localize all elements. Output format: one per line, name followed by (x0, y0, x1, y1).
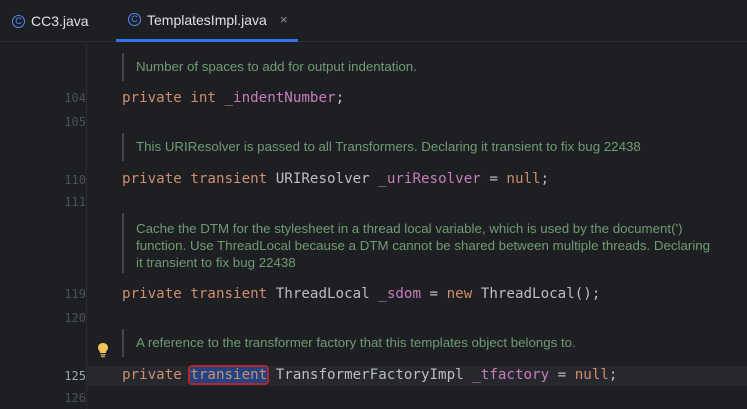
keyword: transient (190, 171, 268, 187)
tab-cc3-java[interactable]: C CC3.java (0, 0, 104, 42)
doc-comment: This URIResolver is passed to all Transf… (136, 139, 641, 154)
line-number: 126 (64, 391, 86, 405)
keyword: transient (190, 286, 268, 302)
code-rest: ThreadLocal(); (472, 286, 601, 302)
tab-templatesimpl-java[interactable]: C TemplatesImpl.java × (116, 0, 298, 42)
operator: = (421, 286, 447, 302)
type-name: TransformerFactoryImpl (275, 367, 464, 383)
class-icon: C (12, 14, 25, 28)
close-icon[interactable]: × (280, 12, 288, 27)
doc-comment: A reference to the transformer factory t… (136, 335, 576, 350)
doc-comment-bar (122, 213, 124, 273)
type-name: URIResolver (275, 171, 370, 187)
field-name: _tfactory (472, 367, 550, 383)
keyword: private (122, 171, 182, 187)
line-number-current: 125 (64, 369, 86, 383)
line-number-gutter[interactable]: 104 105 110 111 119 120 125 126 (0, 43, 86, 409)
doc-comment: Number of spaces to add for output inden… (136, 59, 417, 74)
editor-tab-bar: C CC3.java C TemplatesImpl.java × (0, 0, 747, 42)
keyword: int (190, 90, 216, 106)
keyword: private (122, 367, 182, 383)
doc-comment: it transient to fix bug 22438 (136, 255, 296, 270)
tab-label: TemplatesImpl.java (147, 11, 267, 28)
line-number: 110 (64, 173, 86, 187)
doc-comment-bar (122, 133, 124, 161)
keyword: null (574, 367, 609, 383)
tab-label: CC3.java (31, 13, 89, 29)
keyword: private (122, 286, 182, 302)
class-icon: C (128, 13, 141, 26)
operator: = (549, 367, 575, 383)
field-name: _uriResolver (378, 171, 481, 187)
keyword: null (506, 171, 541, 187)
code-line-current[interactable]: private transient TransformerFactoryImpl… (122, 365, 617, 385)
code-line[interactable]: private int _indentNumber; (122, 88, 344, 108)
selected-keyword[interactable]: transient (188, 365, 270, 385)
field-name: _sdom (378, 286, 421, 302)
line-number: 111 (64, 195, 86, 209)
operator: = (480, 171, 507, 187)
doc-comment-bar (122, 53, 124, 81)
code-line[interactable]: private transient ThreadLocal _sdom = ne… (122, 284, 600, 304)
line-number: 104 (64, 91, 86, 105)
punctuation: ; (335, 90, 345, 106)
lightbulb-icon[interactable] (97, 342, 109, 358)
line-number: 105 (64, 115, 86, 129)
code-line[interactable]: private transient URIResolver _uriResolv… (122, 169, 549, 189)
punctuation: ; (540, 171, 550, 187)
punctuation: ; (608, 367, 618, 383)
line-number: 119 (64, 287, 86, 301)
doc-comment-bar (122, 329, 124, 357)
field-name: _indentNumber (224, 90, 336, 106)
keyword: new (446, 286, 473, 302)
type-name: ThreadLocal (275, 286, 370, 302)
keyword: private (122, 90, 182, 106)
gutter-separator (86, 43, 87, 409)
line-number: 120 (64, 311, 86, 325)
